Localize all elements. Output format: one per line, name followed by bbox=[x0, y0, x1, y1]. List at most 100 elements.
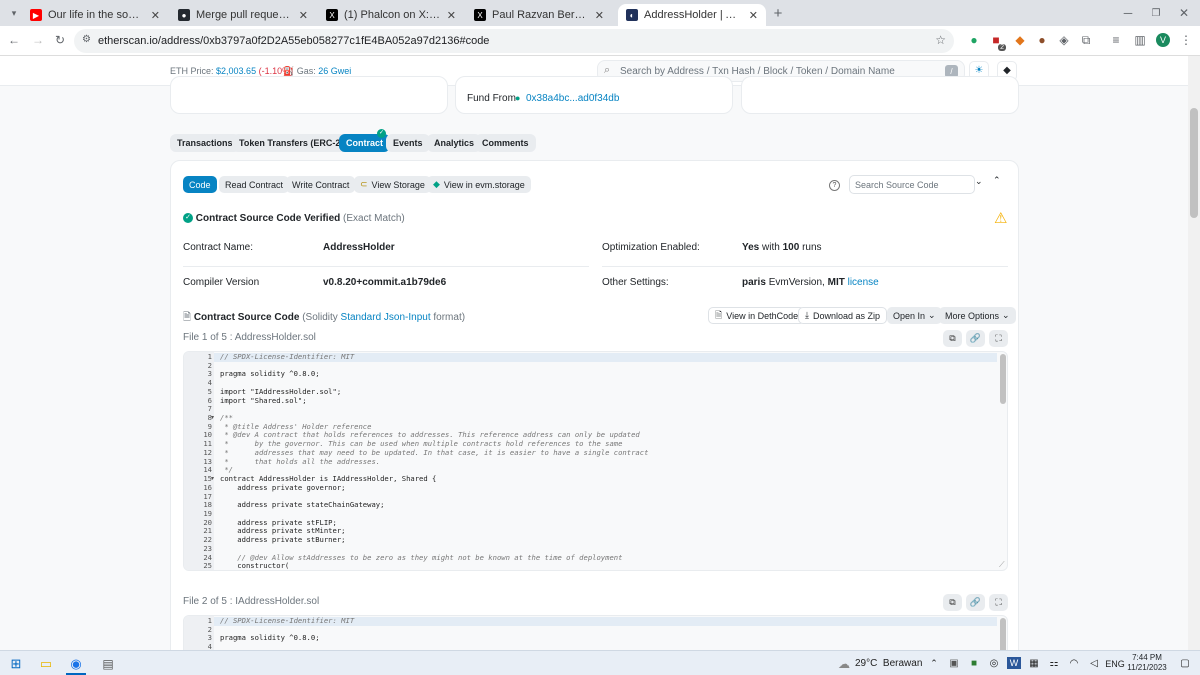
chevron-down-icon[interactable]: ⌄ bbox=[975, 176, 983, 187]
download-icon: ⤓ bbox=[805, 310, 809, 320]
code-scrollbar[interactable] bbox=[1000, 354, 1006, 404]
close-tab-icon[interactable]: ✕ bbox=[749, 9, 758, 22]
download-zip-button[interactable]: ⤓ Download as Zip bbox=[798, 307, 888, 324]
browser-tab[interactable]: X (1) Phalcon on X: "Probably and ✕ bbox=[318, 4, 464, 26]
eth-price-value[interactable]: $2,003.65 bbox=[216, 66, 256, 76]
notifications-icon[interactable]: ▢ bbox=[1178, 655, 1192, 672]
subtab-code[interactable]: Code bbox=[183, 176, 217, 193]
reload-icon[interactable]: ↻ bbox=[52, 32, 68, 48]
subtab-label: View Storage bbox=[371, 179, 425, 190]
profile-avatar[interactable]: V bbox=[1156, 33, 1170, 47]
open-in-dropdown[interactable]: Open In ⌄ bbox=[887, 307, 942, 324]
minimize-icon[interactable]: ─ bbox=[1120, 5, 1136, 21]
link-icon[interactable]: 🔗 bbox=[966, 330, 985, 347]
subtab-view-storage[interactable]: ⊂ View Storage bbox=[354, 176, 431, 193]
extensions-puzzle-icon[interactable]: ⧉ bbox=[1078, 32, 1094, 48]
file2-label: File 2 of 5 : IAddressHolder.sol bbox=[183, 596, 320, 607]
tab-comments[interactable]: Comments bbox=[475, 134, 536, 152]
scrollbar-thumb[interactable] bbox=[1190, 108, 1198, 218]
standard-json-input-link[interactable]: Standard Json-Input bbox=[341, 312, 431, 323]
help-icon[interactable]: ? bbox=[829, 180, 840, 191]
tray-icon[interactable]: ⚏ bbox=[1047, 655, 1061, 672]
browser-tab[interactable]: ● Merge pull request #485 from ✕ bbox=[170, 4, 316, 26]
tab-transactions[interactable]: Transactions bbox=[170, 134, 240, 152]
more-options-dropdown[interactable]: More Options ⌄ bbox=[939, 307, 1016, 324]
volume-icon[interactable]: ◁ bbox=[1087, 655, 1101, 672]
show-hidden-icons-icon[interactable]: ⌃ bbox=[928, 655, 940, 672]
grammarly-extension-icon[interactable]: ● bbox=[966, 32, 982, 48]
close-window-icon[interactable]: ✕ bbox=[1176, 5, 1192, 21]
github-icon: ● bbox=[178, 9, 190, 21]
close-tab-icon[interactable]: ✕ bbox=[595, 9, 604, 22]
license-link[interactable]: license bbox=[848, 277, 879, 288]
language-indicator[interactable]: ENG bbox=[1104, 655, 1126, 672]
maximize-icon[interactable]: ❐ bbox=[1148, 5, 1164, 21]
word-icon[interactable]: W bbox=[1007, 657, 1021, 669]
browser-tab[interactable]: ▶ Our life in the south of Japan. C ✕ bbox=[22, 4, 168, 26]
weather-cloud-icon[interactable]: ☁ bbox=[837, 655, 851, 672]
fullscreen-icon[interactable]: ⛶ bbox=[989, 594, 1008, 611]
bookmark-star-icon[interactable]: ☆ bbox=[935, 33, 946, 47]
file2-code-editor[interactable]: 1// SPDX-License-Identifier: MIT 2 3 pragma… bbox=[183, 615, 1008, 650]
clock[interactable]: 7:44 PM 11/21/2023 bbox=[1127, 653, 1167, 673]
subtab-write-contract[interactable]: Write Contract bbox=[286, 176, 356, 193]
view-in-dethcode-button[interactable]: 🗎 View in DethCode bbox=[708, 307, 806, 324]
weather-widget[interactable]: 29°C Berawan bbox=[855, 655, 925, 672]
copy-icon[interactable]: ⧉ bbox=[943, 330, 962, 347]
fund-from-address[interactable]: 0x38a4bc...ad0f34db bbox=[526, 93, 619, 104]
windows-start-icon[interactable]: ⊞ bbox=[8, 655, 24, 672]
source-search-input[interactable]: Search Source Code bbox=[849, 175, 975, 194]
fullscreen-icon[interactable]: ⛶ bbox=[989, 330, 1008, 347]
new-tab-icon[interactable]: + bbox=[770, 5, 786, 22]
browser-tab[interactable]: X Paul Razvan Berg on X: "Did you ✕ bbox=[466, 4, 612, 26]
copy-icon[interactable]: ⧉ bbox=[943, 594, 962, 611]
chrome-icon[interactable]: ◉ bbox=[68, 655, 84, 672]
storage-icon: ⊂ bbox=[360, 179, 368, 189]
extension-icon[interactable]: ◈ bbox=[1056, 32, 1072, 48]
code-scrollbar[interactable] bbox=[1000, 618, 1006, 650]
site-info-icon[interactable]: ⚙ bbox=[82, 34, 91, 45]
multichain-card bbox=[741, 76, 1019, 114]
browser-tab-title: Our life in the south of Japan. C bbox=[48, 9, 145, 21]
code-line: import "Shared.sol"; bbox=[220, 395, 307, 405]
tab-events[interactable]: Events bbox=[386, 134, 430, 152]
close-tab-icon[interactable]: ✕ bbox=[299, 9, 308, 22]
warning-icon[interactable]: ⚠ bbox=[994, 209, 1007, 227]
chevron-up-icon[interactable]: ⌃ bbox=[993, 175, 1001, 186]
media-control-icon[interactable]: ≡ bbox=[1108, 32, 1124, 48]
subtab-label: Write Contract bbox=[292, 179, 350, 190]
resize-handle-icon[interactable]: ⟋ bbox=[999, 560, 1005, 570]
subtab-view-in-evm-storage[interactable]: ◆ View in evm.storage bbox=[427, 176, 531, 193]
tab-search-icon[interactable]: ▾ bbox=[6, 5, 22, 21]
source-sub-post: format) bbox=[433, 312, 466, 323]
page-scrollbar[interactable] bbox=[1188, 56, 1200, 650]
forward-icon[interactable]: → bbox=[30, 32, 46, 48]
subtab-read-contract[interactable]: Read Contract bbox=[219, 176, 290, 193]
tab-token-transfers-erc-20[interactable]: Token Transfers (ERC-20) bbox=[232, 134, 356, 152]
optimization-with: with bbox=[762, 242, 780, 253]
tray-icon[interactable]: ▣ bbox=[947, 655, 961, 672]
back-icon[interactable]: ← bbox=[6, 32, 22, 48]
address-bar[interactable]: ⚙ etherscan.io/address/0xb3797a0f2D2A55e… bbox=[74, 29, 954, 53]
wifi-icon[interactable]: ◠ bbox=[1067, 655, 1081, 672]
app-icon[interactable]: ▤ bbox=[100, 655, 116, 672]
tray-icon[interactable]: ◎ bbox=[987, 655, 1001, 672]
fold-arrow-icon[interactable]: ▾ bbox=[211, 414, 214, 421]
close-tab-icon[interactable]: ✕ bbox=[447, 9, 456, 22]
fund-from-label: Fund From bbox=[467, 93, 516, 104]
tray-icon[interactable]: ▦ bbox=[1027, 655, 1041, 672]
file1-code-editor[interactable]: 1// SPDX-License-Identifier: MIT 2 3 pragma… bbox=[183, 351, 1008, 571]
tray-icon[interactable]: ■ bbox=[967, 655, 981, 672]
close-tab-icon[interactable]: ✕ bbox=[151, 9, 160, 22]
link-icon[interactable]: 🔗 bbox=[966, 594, 985, 611]
browser-menu-icon[interactable]: ⋮ bbox=[1178, 32, 1194, 48]
browser-tab[interactable]: ◐ AddressHolder | Address 0xb37 ✕ bbox=[618, 4, 766, 26]
extension-icon[interactable]: ● bbox=[1034, 32, 1050, 48]
tab-analytics[interactable]: Analytics bbox=[427, 134, 482, 152]
fold-arrow-icon[interactable]: ▾ bbox=[211, 475, 214, 482]
file-explorer-icon[interactable]: ▭ bbox=[38, 655, 54, 672]
gas-value[interactable]: 26 Gwei bbox=[318, 66, 351, 76]
extension-icon[interactable]: ■ 2 bbox=[988, 32, 1006, 51]
side-panel-icon[interactable]: ▥ bbox=[1132, 32, 1148, 48]
metamask-extension-icon[interactable]: ◆ bbox=[1012, 32, 1028, 48]
